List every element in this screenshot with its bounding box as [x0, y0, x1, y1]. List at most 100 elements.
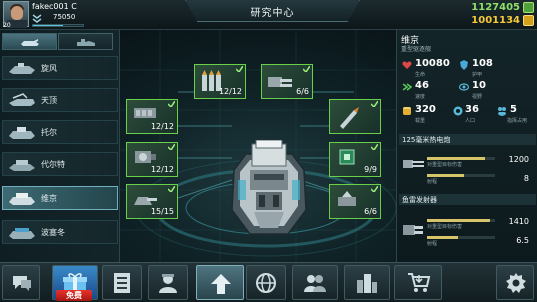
list-item-unit[interactable]: 旋风 [2, 56, 118, 80]
check-icon [168, 101, 175, 107]
stat-armor-label: 护甲 [472, 72, 483, 78]
stat-command-value: 5 [510, 104, 517, 115]
unit-label: 维京 [41, 194, 57, 203]
unit-thumbnail-icon [9, 160, 35, 171]
stat-speed-value: 46 [415, 80, 429, 91]
research-slot-radar[interactable]: 6/6 [329, 184, 381, 219]
settings-button[interactable] [496, 265, 534, 300]
unit-label: 天顶 [41, 96, 57, 105]
chat-button[interactable] [2, 265, 40, 300]
weapon-2-header: 鱼雷发射器 [399, 194, 536, 205]
cannon-icon [268, 77, 292, 87]
research-slot-missile[interactable] [329, 99, 381, 134]
alliance-icon [304, 275, 326, 292]
stat-hp-label: 生命 [415, 72, 426, 78]
unit-type: 重型驱逐舰 [401, 46, 432, 53]
stat-pop-label: 人口 [465, 118, 476, 124]
people-icon [498, 107, 506, 116]
check-icon [371, 186, 378, 192]
settings-gear-icon [506, 273, 526, 293]
research-slot-armor[interactable]: 12/12 [126, 99, 178, 134]
upgrade-arrow-icon [211, 274, 231, 294]
alliance-button[interactable] [292, 265, 338, 300]
slot-count: 12/12 [218, 87, 242, 96]
weapon-2-damage-value: 1410 [508, 217, 529, 226]
player-level: 20 [3, 22, 11, 29]
weapon-2-damage-label: 对重型目标伤害 [427, 224, 463, 230]
eye-icon [459, 83, 469, 91]
unit-label: 代尔特 [41, 160, 65, 169]
check-icon [371, 101, 378, 107]
armor-icon [460, 60, 468, 70]
battleship-model [231, 140, 307, 235]
research-slot-ammo[interactable]: 12/12 [194, 64, 246, 99]
list-item-unit-selected[interactable]: 维京 [2, 186, 118, 210]
slot-count: 12/12 [150, 122, 174, 131]
free-badge: 免费 [56, 290, 92, 301]
research-slot-cannon[interactable]: 6/6 [261, 64, 313, 99]
check-icon [236, 66, 243, 72]
globe-icon [256, 273, 276, 293]
gold-resource-icon [523, 15, 534, 26]
weapon-1-damage-value: 1200 [508, 155, 529, 164]
weapon-1-range-bar [427, 174, 495, 177]
stat-vision-label: 视野 [472, 94, 483, 100]
research-upgrade-button[interactable] [196, 265, 244, 300]
check-icon [168, 144, 175, 150]
chat-icon [13, 276, 31, 291]
weapon-1-range-label: 射程 [427, 179, 438, 185]
weapon-1-name: 125毫米热电炮 [402, 136, 451, 144]
speed-icon [402, 83, 412, 91]
weapon-2-name: 鱼雷发射器 [402, 196, 437, 204]
rank-chevrons-icon [32, 14, 42, 23]
weapon-1-damage-label: 对重型目标伤害 [427, 162, 463, 168]
resource-gold-value: 1001134 [471, 15, 520, 26]
research-slot-turret[interactable]: 15/15 [126, 184, 178, 219]
city-button[interactable] [344, 265, 390, 300]
weapon-1-range-value: 8 [523, 174, 529, 183]
heart-icon [402, 61, 412, 69]
slot-count: 12/12 [150, 165, 174, 174]
missions-list-button[interactable] [102, 265, 142, 300]
weapon-2-damage-bar [427, 219, 495, 222]
unit-label: 旋风 [41, 64, 57, 73]
stat-vision-value: 10 [472, 80, 486, 91]
slot-count: 6/6 [364, 207, 377, 216]
tab-naval-units[interactable] [2, 33, 57, 50]
torpedo-weapon-icon [403, 225, 423, 235]
list-item-unit[interactable]: 托尔 [2, 120, 118, 144]
screen-title: 研究中心 [250, 8, 295, 19]
chip-icon [339, 149, 355, 165]
commander-button[interactable] [148, 265, 188, 300]
unit-thumbnail-icon [9, 228, 35, 239]
list-item-unit[interactable]: 波塞冬 [2, 220, 118, 244]
weapon-2-range-bar [427, 236, 495, 239]
stat-command-label: 指挥占用 [507, 118, 528, 124]
cannon-weapon-icon [403, 160, 424, 168]
tab-base-units[interactable] [58, 33, 113, 50]
shop-cart-icon [408, 273, 431, 292]
resource-green-value: 1127405 [471, 2, 520, 13]
unit-label: 波塞冬 [41, 228, 65, 237]
stat-armor-value: 108 [472, 58, 493, 69]
player-xp: 75050 [53, 13, 76, 21]
slot-count: 15/15 [150, 207, 174, 216]
check-icon [168, 186, 175, 192]
list-item-unit[interactable]: 代尔特 [2, 152, 118, 176]
base-tab-icon [77, 39, 95, 46]
check-icon [371, 144, 378, 150]
weapon-2-range-value: 6.5 [516, 236, 529, 245]
stat-speed-label: 速度 [415, 94, 426, 100]
stat-hp-value: 10080 [415, 58, 450, 69]
list-item-unit[interactable]: 天顶 [2, 88, 118, 112]
green-resource-icon [523, 2, 534, 13]
stat-cargo-label: 载重 [415, 118, 426, 124]
unit-detail-panel: 维京 重型驱逐舰 10080 生命 108 护甲 46 速度 10 视野 320… [396, 30, 537, 262]
xp-bar [32, 24, 84, 27]
research-slot-engine[interactable]: 12/12 [126, 142, 178, 177]
world-map-button[interactable] [246, 265, 286, 300]
research-slot-chip[interactable]: 9/9 [329, 142, 381, 177]
commander-icon [159, 274, 177, 293]
unit-thumbnail-icon [9, 63, 35, 74]
shop-button[interactable] [394, 265, 442, 300]
